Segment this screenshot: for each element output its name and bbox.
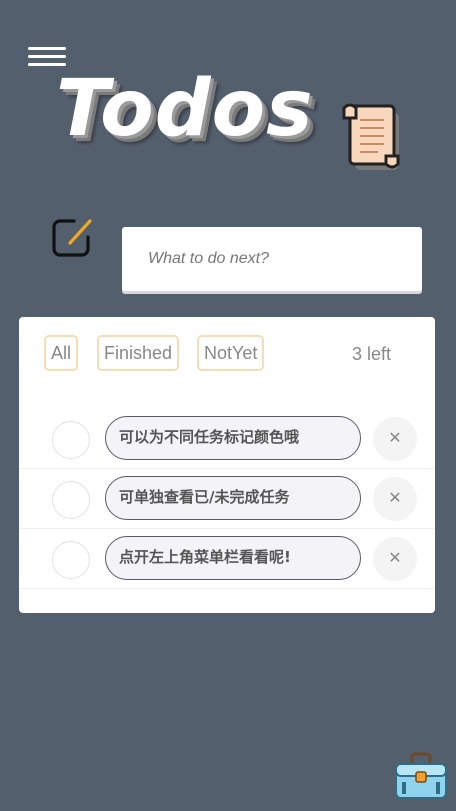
new-todo-input[interactable] <box>122 227 422 291</box>
todo-text[interactable]: 点开左上角菜单栏看看呢! <box>105 536 361 580</box>
filter-notyet-button[interactable]: NotYet <box>197 335 265 371</box>
menu-line <box>28 55 66 58</box>
todo-checkbox[interactable] <box>52 421 90 459</box>
filter-all-button[interactable]: All <box>44 335 79 371</box>
menu-line <box>28 47 66 50</box>
scroll-icon <box>342 103 400 170</box>
todo-item: 点开左上角菜单栏看看呢! ✕ <box>19 529 435 589</box>
todo-card: All Finished NotYet 3 left 可以为不同任务标记颜色哦 … <box>19 317 435 613</box>
todo-checkbox[interactable] <box>52 541 90 579</box>
delete-todo-button[interactable]: ✕ <box>373 477 417 521</box>
app-title: Todos <box>56 64 314 154</box>
todo-text[interactable]: 可以为不同任务标记颜色哦 <box>105 416 361 460</box>
items-left-count: 3 left <box>352 344 392 364</box>
todo-item: 可单独查看已/未完成任务 ✕ <box>19 469 435 529</box>
delete-todo-button[interactable]: ✕ <box>373 537 417 581</box>
edit-icon <box>52 219 92 257</box>
todo-text[interactable]: 可单独查看已/未完成任务 <box>105 476 361 520</box>
delete-todo-button[interactable]: ✕ <box>373 417 417 461</box>
toolbox-icon[interactable] <box>394 752 448 800</box>
filter-finished-button[interactable]: Finished <box>97 335 180 371</box>
todo-checkbox[interactable] <box>52 481 90 519</box>
todo-item: 可以为不同任务标记颜色哦 ✕ <box>19 409 435 469</box>
